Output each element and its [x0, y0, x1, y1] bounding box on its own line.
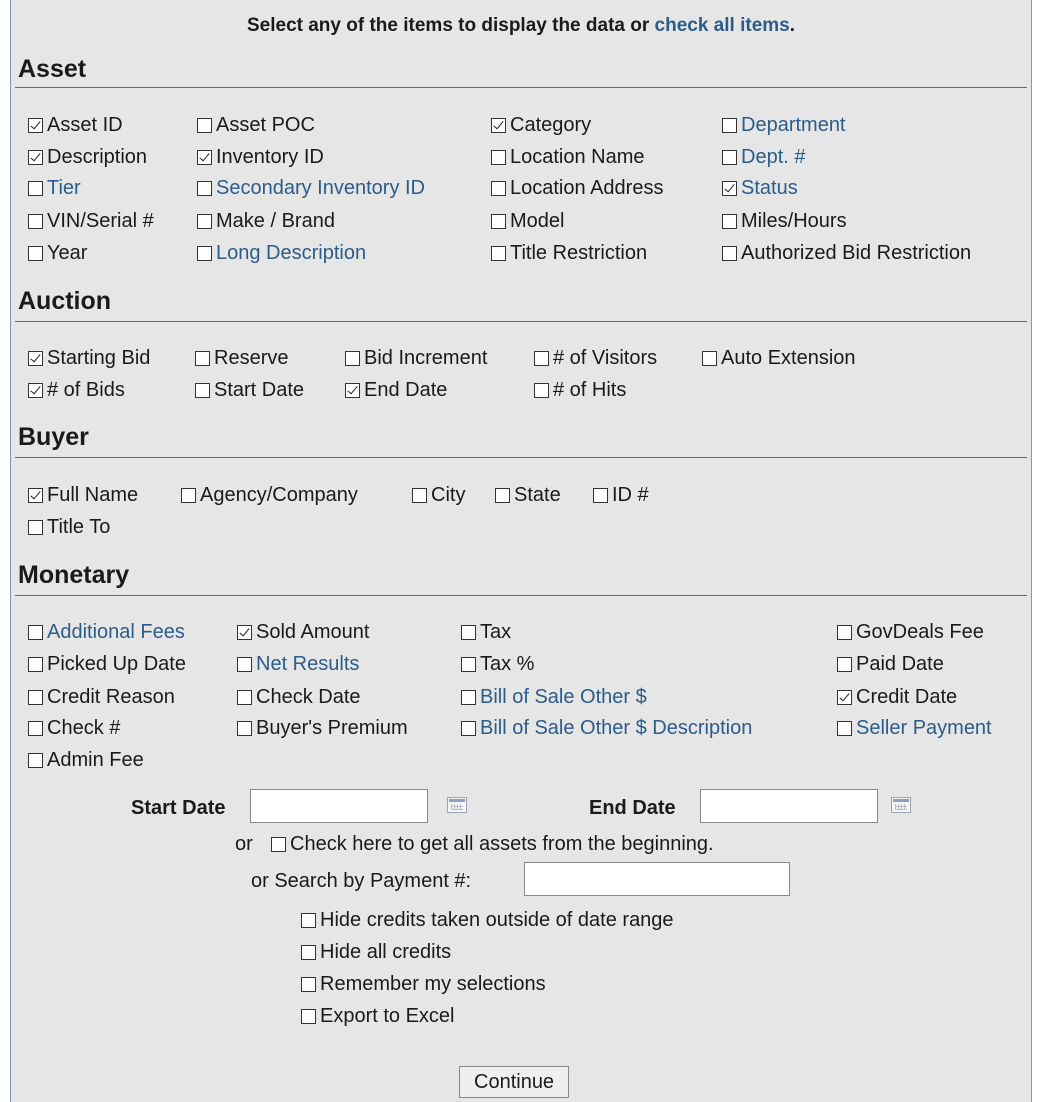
category-checkbox[interactable]: Category	[491, 113, 591, 137]
long-description-checkbox[interactable]: Long Description	[197, 241, 366, 265]
seller-payment-checkbox[interactable]: Seller Payment	[837, 716, 992, 740]
agency-company-checkbox[interactable]: Agency/Company	[181, 483, 358, 507]
admin-fee-checkbox[interactable]: Admin Fee	[28, 748, 144, 772]
visitors-count-checkbox[interactable]: # of Visitors	[534, 346, 657, 370]
status-checkbox[interactable]: Status	[722, 176, 798, 200]
asset-poc-checkbox[interactable]: Asset POC	[197, 113, 315, 137]
state-checkbox[interactable]: State	[495, 483, 561, 507]
year-checkbox[interactable]: Year	[28, 241, 87, 265]
tier-checkbox[interactable]: Tier	[28, 176, 81, 200]
net-results-checkbox[interactable]: Net Results	[237, 652, 359, 676]
bill-of-sale-other-checkbox[interactable]: Bill of Sale Other $	[461, 685, 647, 709]
auto-extension-checkbox[interactable]: Auto Extension	[702, 346, 856, 370]
city-checkbox[interactable]: City	[412, 483, 465, 507]
starting-bid-checkbox[interactable]: Starting Bid	[28, 346, 150, 370]
bid-increment-checkbox[interactable]: Bid Increment	[345, 346, 487, 370]
remember-selections-checkbox[interactable]: Remember my selections	[301, 972, 546, 996]
dept-number-checkbox[interactable]: Dept. #	[722, 145, 805, 169]
start-date-label: Start Date	[131, 797, 226, 819]
tax-checkbox[interactable]: Tax	[461, 620, 511, 644]
description-checkbox[interactable]: Description	[28, 145, 147, 169]
section-title-auction: Auction	[18, 287, 112, 315]
hits-count-checkbox[interactable]: # of Hits	[534, 378, 626, 402]
location-address-checkbox[interactable]: Location Address	[491, 176, 663, 200]
buyers-premium-checkbox[interactable]: Buyer's Premium	[237, 716, 408, 740]
id-number-checkbox[interactable]: ID #	[593, 483, 649, 507]
end-date-label: End Date	[589, 797, 676, 819]
check-date-checkbox[interactable]: Check Date	[237, 685, 361, 709]
start-date-checkbox[interactable]: Start Date	[195, 378, 304, 402]
govdeals-fee-checkbox[interactable]: GovDeals Fee	[837, 620, 984, 644]
hide-credits-outside-range-checkbox[interactable]: Hide credits taken outside of date range	[301, 908, 674, 932]
vin-serial-checkbox[interactable]: VIN/Serial #	[28, 209, 154, 233]
section-divider	[15, 87, 1027, 88]
start-date-calendar-icon[interactable]	[447, 797, 467, 813]
model-checkbox[interactable]: Model	[491, 209, 564, 233]
department-checkbox[interactable]: Department	[722, 113, 846, 137]
section-divider	[15, 457, 1027, 458]
title-restriction-checkbox[interactable]: Title Restriction	[491, 241, 647, 265]
inventory-id-checkbox[interactable]: Inventory ID	[197, 145, 324, 169]
all-assets-checkbox[interactable]: Check here to get all assets from the be…	[271, 832, 714, 856]
title-to-checkbox[interactable]: Title To	[28, 515, 110, 539]
credit-date-checkbox[interactable]: Credit Date	[837, 685, 957, 709]
miles-hours-checkbox[interactable]: Miles/Hours	[722, 209, 847, 233]
paid-date-checkbox[interactable]: Paid Date	[837, 652, 944, 676]
bill-of-sale-other-description-checkbox[interactable]: Bill of Sale Other $ Description	[461, 716, 752, 740]
report-options-panel: Select any of the items to display the d…	[10, 0, 1032, 1102]
section-divider	[15, 321, 1027, 322]
credit-reason-checkbox[interactable]: Credit Reason	[28, 685, 175, 709]
instruction-text: Select any of the items to display the d…	[246, 15, 796, 36]
location-name-checkbox[interactable]: Location Name	[491, 145, 645, 169]
payment-number-input[interactable]	[524, 862, 790, 896]
reserve-checkbox[interactable]: Reserve	[195, 346, 288, 370]
authorized-bid-restriction-checkbox[interactable]: Authorized Bid Restriction	[722, 241, 971, 265]
section-title-monetary: Monetary	[18, 561, 130, 589]
end-date-checkbox[interactable]: End Date	[345, 378, 447, 402]
tax-percent-checkbox[interactable]: Tax %	[461, 652, 534, 676]
asset-id-checkbox[interactable]: Asset ID	[28, 113, 123, 137]
check-all-items-link[interactable]: check all items	[655, 15, 790, 36]
export-to-excel-checkbox[interactable]: Export to Excel	[301, 1004, 455, 1028]
section-divider	[15, 595, 1027, 596]
payment-search-label: or Search by Payment #:	[251, 870, 472, 892]
end-date-input[interactable]	[700, 789, 878, 823]
start-date-input[interactable]	[250, 789, 428, 823]
sold-amount-checkbox[interactable]: Sold Amount	[237, 620, 369, 644]
section-title-buyer: Buyer	[18, 423, 89, 451]
full-name-checkbox[interactable]: Full Name	[28, 483, 138, 507]
continue-button[interactable]: Continue	[459, 1066, 570, 1098]
make-brand-checkbox[interactable]: Make / Brand	[197, 209, 335, 233]
hide-all-credits-checkbox[interactable]: Hide all credits	[301, 940, 451, 964]
check-number-checkbox[interactable]: Check #	[28, 716, 120, 740]
or-text: or	[235, 833, 253, 855]
secondary-inventory-id-checkbox[interactable]: Secondary Inventory ID	[197, 176, 425, 200]
picked-up-date-checkbox[interactable]: Picked Up Date	[28, 652, 186, 676]
bids-count-checkbox[interactable]: # of Bids	[28, 378, 125, 402]
additional-fees-checkbox[interactable]: Additional Fees	[28, 620, 185, 644]
end-date-calendar-icon[interactable]	[891, 797, 911, 813]
section-title-asset: Asset	[18, 55, 87, 83]
